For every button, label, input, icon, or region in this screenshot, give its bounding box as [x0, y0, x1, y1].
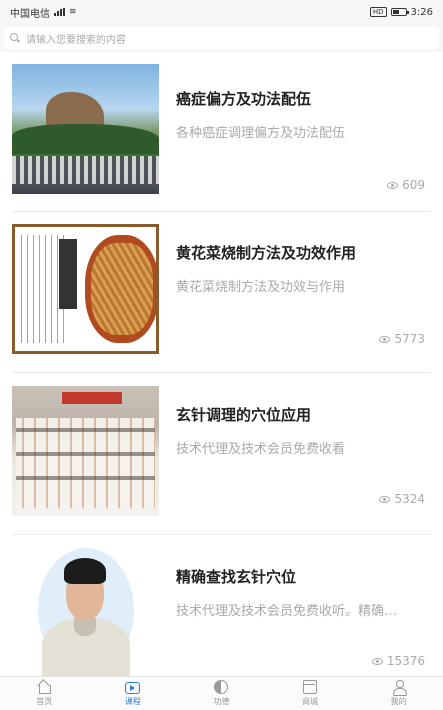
shop-icon [303, 680, 318, 694]
divider [12, 211, 431, 212]
eye-icon [371, 657, 383, 665]
view-count: 15376 [371, 654, 425, 668]
course-title: 玄针调理的穴位应用 [176, 406, 312, 424]
tab-merit[interactable]: 功德 [177, 677, 266, 710]
status-left: 中国电信 ≋ [10, 5, 77, 20]
course-card[interactable]: 玄针调理的穴位应用 技术代理及技术会员免费收看 5324 [0, 382, 443, 527]
course-thumbnail [12, 386, 159, 516]
tab-shop[interactable]: 商城 [266, 677, 355, 710]
status-right: HD 3:26 [369, 6, 433, 18]
search-bar: 请输入您要搜索的内容 [0, 24, 443, 52]
view-count: 609 [387, 178, 425, 192]
bottom-tab-bar: 首页 课程 功德 商城 我的 [0, 676, 443, 710]
tab-profile[interactable]: 我的 [354, 677, 443, 710]
course-thumbnail [12, 224, 159, 354]
course-description: 各种癌症调理偏方及功法配伍 [176, 126, 346, 141]
tv-icon [125, 682, 141, 694]
course-thumbnail [12, 64, 159, 194]
wifi-icon: ≋ [69, 7, 77, 17]
tab-courses[interactable]: 课程 [89, 677, 178, 710]
battery-icon [390, 8, 409, 16]
hd-badge: HD [369, 7, 387, 17]
eye-icon [387, 181, 399, 189]
tab-home[interactable]: 首页 [0, 677, 89, 710]
course-description: 技术代理及技术会员免费收听。精确… [176, 604, 398, 619]
view-count-value: 15376 [386, 654, 425, 668]
tab-label: 课程 [124, 697, 141, 706]
eye-icon [379, 495, 391, 503]
course-description: 技术代理及技术会员免费收看 [176, 442, 346, 457]
status-bar: 中国电信 ≋ HD 3:26 [0, 0, 443, 24]
view-count-value: 609 [402, 178, 425, 192]
search-input[interactable]: 请输入您要搜索的内容 [4, 27, 439, 49]
search-placeholder: 请输入您要搜索的内容 [26, 34, 126, 46]
course-title: 精确查找玄针穴位 [176, 568, 297, 586]
status-time: 3:26 [410, 6, 433, 18]
search-icon [10, 33, 20, 43]
tab-label: 首页 [36, 697, 53, 706]
course-thumbnail [12, 548, 159, 678]
course-title: 癌症偏方及功法配伍 [176, 90, 312, 108]
view-count: 5773 [379, 332, 425, 346]
course-description: 黄花菜烧制方法及功效与作用 [176, 280, 346, 295]
divider [12, 372, 431, 373]
home-icon [37, 680, 52, 694]
carrier-label: 中国电信 [10, 8, 50, 20]
course-card[interactable]: 黄花菜烧制方法及功效作用 黄花菜烧制方法及功效与作用 5773 [0, 220, 443, 365]
course-card[interactable]: 精确查找玄针穴位 技术代理及技术会员免费收听。精确… 15376 [0, 544, 443, 678]
course-title: 黄花菜烧制方法及功效作用 [176, 244, 357, 262]
signal-icon [54, 8, 65, 16]
course-card[interactable]: 癌症偏方及功法配伍 各种癌症调理偏方及功法配伍 609 [0, 60, 443, 205]
tab-label: 我的 [390, 697, 407, 706]
tab-label: 商城 [302, 697, 319, 706]
view-count-value: 5773 [394, 332, 425, 346]
eye-icon [379, 335, 391, 343]
tab-label: 功德 [213, 697, 230, 706]
view-count: 5324 [379, 492, 425, 506]
divider [12, 534, 431, 535]
taiji-icon [214, 680, 229, 694]
view-count-value: 5324 [394, 492, 425, 506]
user-icon [392, 680, 407, 696]
